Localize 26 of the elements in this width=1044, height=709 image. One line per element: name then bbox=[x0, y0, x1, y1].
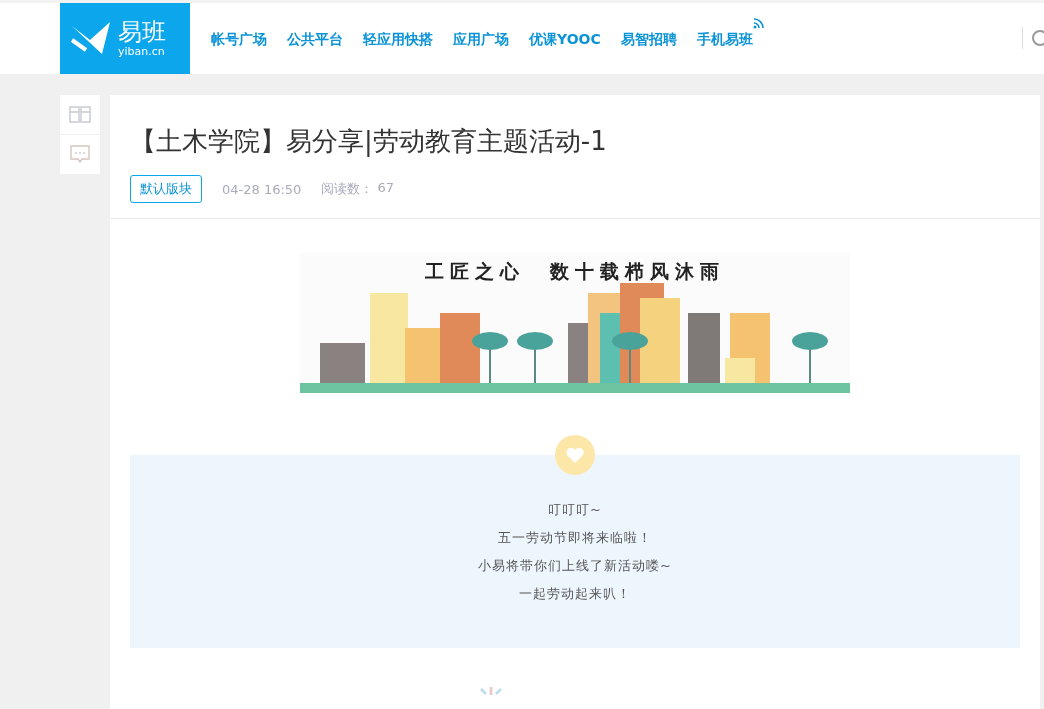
search-icon[interactable] bbox=[1031, 29, 1044, 47]
logo-domain: yiban.cn bbox=[118, 46, 166, 57]
notice-line: 五一劳动节即将来临啦！ bbox=[498, 529, 652, 547]
nav-link[interactable]: 轻应用快搭 bbox=[363, 30, 433, 47]
nav-link[interactable]: 手机易班 bbox=[696, 30, 753, 47]
nav-link[interactable]: 优课YOOC bbox=[529, 30, 601, 47]
chat-icon bbox=[70, 145, 90, 164]
reads-label: 阅读数： bbox=[321, 180, 374, 198]
book-icon bbox=[69, 106, 91, 123]
notice-line: 一起劳动起来叭！ bbox=[519, 585, 631, 603]
comment-button[interactable] bbox=[60, 135, 100, 174]
article-title: 【土木学院】易分享|劳动教育主题活动-1 bbox=[130, 125, 608, 159]
banner-title: 工匠之心 数十载栉风沐雨 bbox=[424, 259, 726, 284]
logo-name: 易班 bbox=[118, 20, 166, 44]
reads-count: 67 bbox=[377, 180, 394, 197]
catalog-button[interactable] bbox=[60, 95, 100, 134]
notice-line: 小易将带你们上线了新活动喽~ bbox=[478, 557, 672, 575]
nav-link[interactable]: 应用广场 bbox=[453, 30, 509, 47]
category-tag[interactable]: 默认版块 bbox=[130, 175, 202, 203]
logo[interactable]: 易班 yiban.cn bbox=[60, 3, 190, 74]
signal-icon bbox=[752, 16, 765, 29]
notice-line: 叮叮叮~ bbox=[548, 501, 602, 519]
nav-link[interactable]: 公共平台 bbox=[287, 30, 343, 47]
nav-link[interactable]: 帐号广场 bbox=[211, 30, 267, 47]
nav-link[interactable]: 易智招聘 bbox=[620, 30, 677, 47]
post-time: 04-28 16:50 bbox=[222, 181, 302, 197]
